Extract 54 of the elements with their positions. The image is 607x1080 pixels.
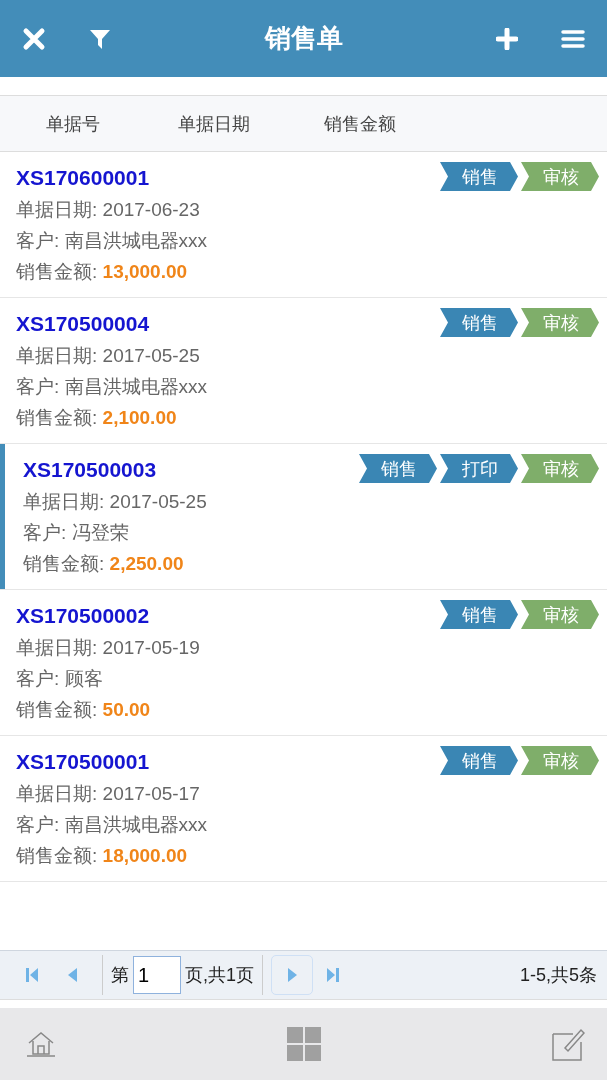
status-tag: 销售 xyxy=(440,162,518,191)
detail-line: 客户: 南昌洪城电器xxx xyxy=(16,375,209,399)
detail-line: 单据日期: 2017-05-19 xyxy=(16,636,201,660)
amount-line: 销售金额: 2,100.00 xyxy=(16,406,178,430)
last-page-icon xyxy=(326,966,342,984)
amount-line: 销售金额: 18,000.00 xyxy=(16,844,189,868)
close-icon xyxy=(22,26,46,51)
amount-line: 销售金额: 2,250.00 xyxy=(23,552,185,576)
order-card[interactable]: XS170500003 单据日期: 2017-05-25 客户: 冯登荣 销售金额: 2,250.00 销售 打印 审核 xyxy=(0,444,607,590)
page-label: 第 xyxy=(111,964,129,987)
order-number: XS170500001 xyxy=(16,749,150,775)
page-total: 页,共1页 xyxy=(185,964,254,987)
status-tag: 销售 xyxy=(440,308,518,337)
next-page-button[interactable] xyxy=(271,955,313,995)
sort-column[interactable]: 单据日期 xyxy=(178,111,250,136)
status-tag: 审核 xyxy=(521,746,599,775)
sort-column[interactable]: 单据号 xyxy=(46,111,100,136)
status-tag: 打印 xyxy=(440,454,518,483)
order-number: XS170600001 xyxy=(16,165,150,191)
record-summary: 1-5,共5条 xyxy=(519,964,597,987)
home-icon[interactable] xyxy=(26,1031,56,1057)
amount-line: 销售金额: 13,000.00 xyxy=(16,260,189,284)
status-tag: 销售 xyxy=(440,600,518,629)
detail-line: 单据日期: 2017-05-25 xyxy=(16,344,201,368)
status-tag: 审核 xyxy=(521,308,599,337)
detail-line: 单据日期: 2017-05-17 xyxy=(16,782,201,806)
detail-line: 单据日期: 2017-06-23 xyxy=(16,198,201,222)
grid-icon[interactable] xyxy=(286,1027,321,1061)
detail-line: 客户: 冯登荣 xyxy=(23,521,130,545)
order-card[interactable]: XS170500002 单据日期: 2017-05-19 客户: 顾客 销售金额: 50.00 销售 审核 xyxy=(0,590,607,736)
page-title: 销售单 xyxy=(263,22,344,55)
order-card[interactable]: XS170500004 单据日期: 2017-05-25 客户: 南昌洪城电器xxx 销售金额: 2,100.00 销售 审核 xyxy=(0,298,607,444)
detail-line: 客户: 南昌洪城电器xxx xyxy=(16,229,209,253)
order-number: XS170500002 xyxy=(16,603,150,629)
order-number: XS170500003 xyxy=(23,457,157,483)
detail-line: 客户: 顾客 xyxy=(16,667,104,691)
menu-icon xyxy=(561,28,585,49)
status-tag: 审核 xyxy=(521,162,599,191)
filter-icon xyxy=(89,27,111,50)
status-tag: 审核 xyxy=(521,600,599,629)
order-card[interactable]: XS170500001 单据日期: 2017-05-17 客户: 南昌洪城电器xxx 销售金额: 18,000.00 销售 审核 xyxy=(0,736,607,882)
detail-line: 单据日期: 2017-05-25 xyxy=(23,490,208,514)
detail-line: 客户: 南昌洪城电器xxx xyxy=(16,813,209,837)
amount-line: 销售金额: 50.00 xyxy=(16,698,152,722)
plus-icon xyxy=(496,27,518,50)
page-input[interactable]: 1 xyxy=(133,956,181,994)
status-tag: 销售 xyxy=(440,746,518,775)
order-card[interactable]: XS170600001 单据日期: 2017-06-23 客户: 南昌洪城电器xxx 销售金额: 13,000.00 销售 审核 xyxy=(0,152,607,298)
sort-column[interactable]: 销售金额 xyxy=(324,111,396,136)
status-tag: 销售 xyxy=(359,454,437,483)
status-tag: 审核 xyxy=(521,454,599,483)
first-page-icon xyxy=(23,966,39,984)
edit-icon[interactable] xyxy=(551,1026,585,1062)
order-number: XS170500004 xyxy=(16,311,150,337)
